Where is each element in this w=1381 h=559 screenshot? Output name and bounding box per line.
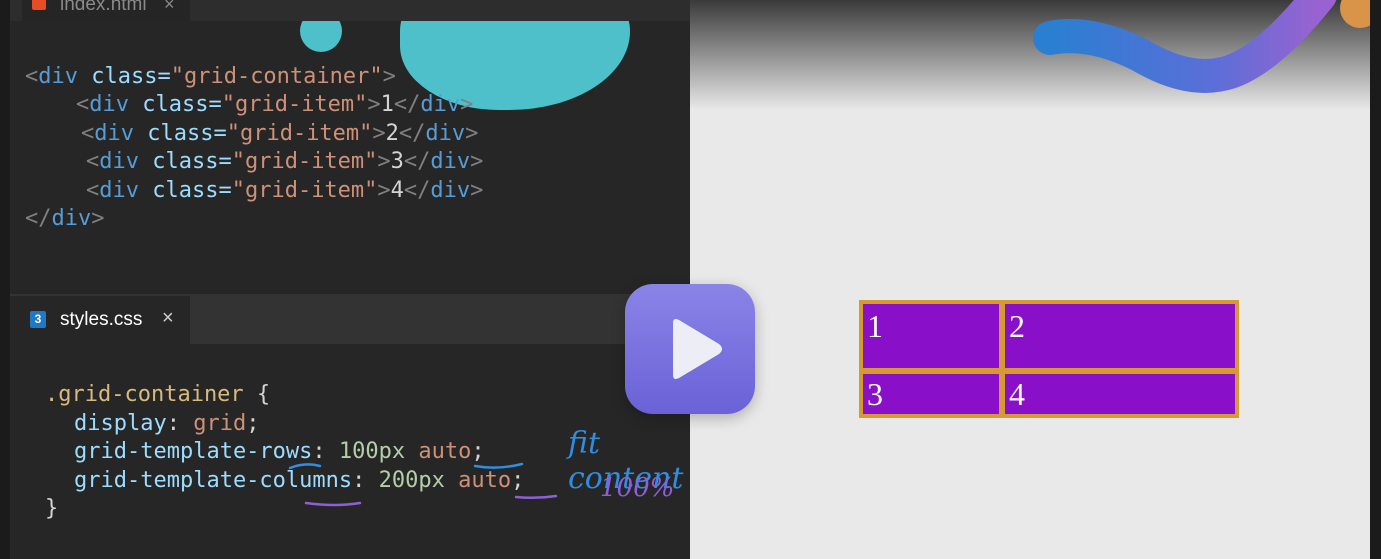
- left-gutter: [0, 0, 10, 559]
- grid-item-2: 2: [1005, 304, 1235, 368]
- right-edge-strip: [1370, 0, 1381, 559]
- grid-item-4: 4: [1005, 374, 1235, 414]
- decorative-wave: [1033, 0, 1370, 93]
- html-editor-pane: index.html × <div class="grid-container"…: [0, 0, 690, 559]
- grid-container-preview: 1 2 3 4: [859, 300, 1239, 418]
- grid-item-1: 1: [863, 304, 999, 368]
- grid-item-3: 3: [863, 374, 999, 414]
- play-button[interactable]: [625, 284, 755, 414]
- annotation-100-percent: 100%: [600, 473, 675, 503]
- play-icon: [673, 319, 722, 379]
